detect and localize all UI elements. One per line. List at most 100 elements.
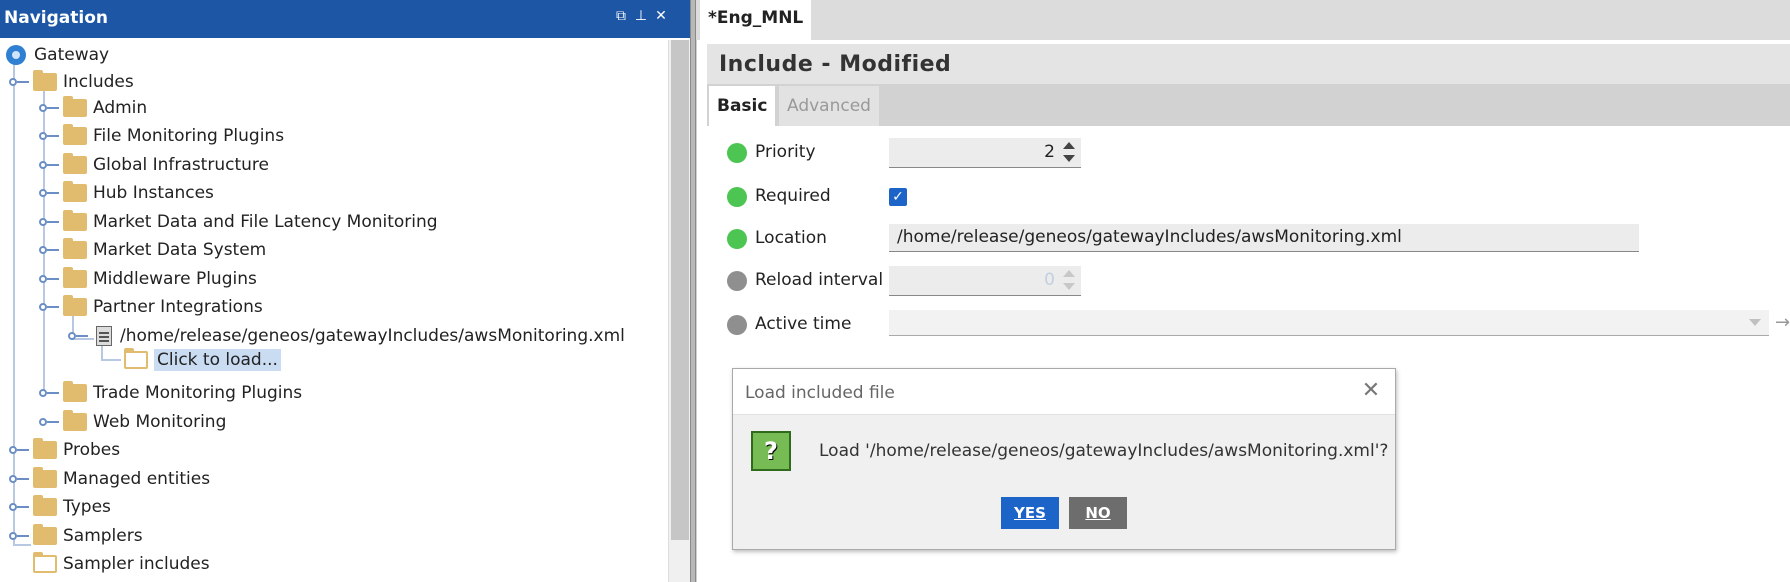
expander-icon[interactable] (9, 444, 31, 456)
pin-icon[interactable]: ⊥ (634, 9, 648, 23)
expander-icon[interactable] (39, 216, 61, 228)
tree-item-label: Web Monitoring (93, 412, 227, 432)
page-title: Include - Modified (719, 52, 952, 77)
folder-icon (33, 467, 57, 488)
active-time-select[interactable] (889, 310, 1769, 336)
folder-icon (33, 70, 57, 91)
tab-basic[interactable]: Basic (709, 86, 776, 126)
tree-item-folder[interactable]: Admin (63, 95, 147, 121)
tree-item-folder[interactable]: Trade Monitoring Plugins (63, 380, 302, 406)
tab-advanced[interactable]: Advanced (779, 86, 879, 126)
tree-item-gateway[interactable]: Gateway (6, 42, 109, 68)
priority-stepper[interactable]: 2 (889, 138, 1081, 168)
editor-subtabs: Basic Advanced (707, 84, 1790, 126)
folder-icon (63, 124, 87, 145)
location-input[interactable]: /home/release/geneos/gatewayIncludes/aws… (889, 224, 1639, 252)
folder-icon (63, 238, 87, 259)
tree-item-label: Middleware Plugins (93, 269, 257, 289)
restore-icon[interactable]: ⧉ (614, 9, 628, 23)
folder-icon (63, 267, 87, 288)
expander-icon[interactable] (39, 244, 61, 256)
expander-icon[interactable] (9, 76, 31, 88)
tree-item-label: Probes (63, 440, 121, 460)
tree-item-sampler-includes[interactable]: Sampler includes (33, 551, 210, 577)
scrollbar-thumb[interactable] (671, 40, 689, 540)
reload-interval-value: 0 (1044, 270, 1055, 290)
status-indicator-icon (727, 229, 747, 249)
tree-item-includes[interactable]: Includes (33, 69, 134, 95)
dialog-titlebar: Load included file ✕ (733, 369, 1395, 415)
status-indicator-icon (727, 187, 747, 207)
expander-icon[interactable] (39, 416, 61, 428)
expander-icon[interactable] (39, 102, 61, 114)
tree-item-label: Partner Integrations (93, 297, 263, 317)
expander-icon[interactable] (39, 187, 61, 199)
tree-item-label: Trade Monitoring Plugins (93, 383, 303, 403)
tree-item-folder[interactable]: Hub Instances (63, 180, 214, 206)
tree-item-folder[interactable]: Global Infrastructure (63, 152, 269, 178)
reload-interval-stepper[interactable]: 0 (889, 266, 1081, 296)
folder-open-icon (33, 552, 57, 573)
tree-item-folder[interactable]: File Monitoring Plugins (63, 123, 284, 149)
field-label: Location (755, 228, 827, 248)
navigation-titlebar: Navigation ⧉ ⊥ ✕ (0, 0, 696, 38)
field-location: Location /home/release/geneos/gatewayInc… (727, 224, 1787, 254)
navigation-scrollbar[interactable] (668, 40, 690, 582)
expander-icon[interactable] (39, 301, 61, 313)
expander-icon[interactable] (39, 159, 61, 171)
decrement-icon[interactable] (1063, 283, 1075, 290)
folder-icon (33, 524, 57, 545)
arrow-right-icon[interactable]: → (1775, 312, 1790, 333)
field-priority: Priority 2 (727, 138, 1787, 168)
expander-icon[interactable] (39, 130, 61, 142)
tree-item-folder[interactable]: Market Data and File Latency Monitoring (63, 209, 438, 235)
tree-item-folder[interactable]: Middleware Plugins (63, 266, 257, 292)
tree-item-managed-entities[interactable]: Managed entities (33, 466, 210, 492)
tree-item-folder[interactable]: Web Monitoring (63, 409, 226, 435)
tree-item-types[interactable]: Types (33, 494, 111, 520)
chevron-down-icon[interactable] (1749, 319, 1761, 326)
tab-eng-mnl[interactable]: *Eng_MNL (700, 0, 812, 40)
expander-icon[interactable] (9, 530, 31, 542)
increment-icon[interactable] (1063, 270, 1075, 277)
load-include-dialog: Load included file ✕ ? Load '/home/relea… (732, 368, 1396, 550)
tree-item-label: Sampler includes (63, 554, 210, 574)
tree-item-folder[interactable]: Market Data System (63, 237, 266, 263)
expander-icon[interactable] (68, 330, 90, 342)
expander-icon[interactable] (9, 473, 31, 485)
dialog-message: Load '/home/release/geneos/gatewayInclud… (819, 441, 1389, 461)
navigation-title: Navigation (4, 8, 108, 28)
required-checkbox[interactable]: ✓ (889, 188, 907, 206)
folder-icon (33, 438, 57, 459)
field-active-time: Active time → (727, 310, 1790, 340)
field-required: Required ✓ (727, 182, 1787, 212)
close-icon[interactable]: ✕ (654, 9, 668, 23)
decrement-icon[interactable] (1063, 155, 1075, 162)
folder-icon (63, 153, 87, 174)
tree-item-include-file[interactable]: /home/release/geneos/gatewayIncludes/aws… (96, 323, 625, 349)
expander-icon[interactable] (39, 273, 61, 285)
tree-item-label: Types (63, 497, 111, 517)
yes-button[interactable]: YES (1001, 497, 1059, 529)
tree-connector (101, 359, 121, 361)
close-icon[interactable]: ✕ (1361, 380, 1381, 402)
increment-icon[interactable] (1063, 142, 1075, 149)
folder-icon (63, 295, 87, 316)
tree-item-label: Managed entities (63, 469, 211, 489)
folder-open-icon (124, 348, 148, 369)
tree-connector (13, 544, 31, 546)
tree-item-click-to-load[interactable]: Click to load... (124, 347, 281, 373)
no-button[interactable]: NO (1069, 497, 1127, 529)
tree-item-label: Click to load... (154, 349, 281, 371)
expander-icon[interactable] (39, 387, 61, 399)
tree-item-probes[interactable]: Probes (33, 437, 120, 463)
priority-value: 2 (1044, 142, 1055, 162)
tree-item-label: File Monitoring Plugins (93, 126, 285, 146)
tree-item-label: Includes (63, 72, 134, 92)
expander-icon[interactable] (9, 501, 31, 513)
tree-item-label: Admin (93, 98, 148, 118)
folder-icon (63, 381, 87, 402)
tree-item-samplers[interactable]: Samplers (33, 523, 143, 549)
tree-item-partner-integrations[interactable]: Partner Integrations (63, 294, 263, 320)
folder-icon (63, 410, 87, 431)
